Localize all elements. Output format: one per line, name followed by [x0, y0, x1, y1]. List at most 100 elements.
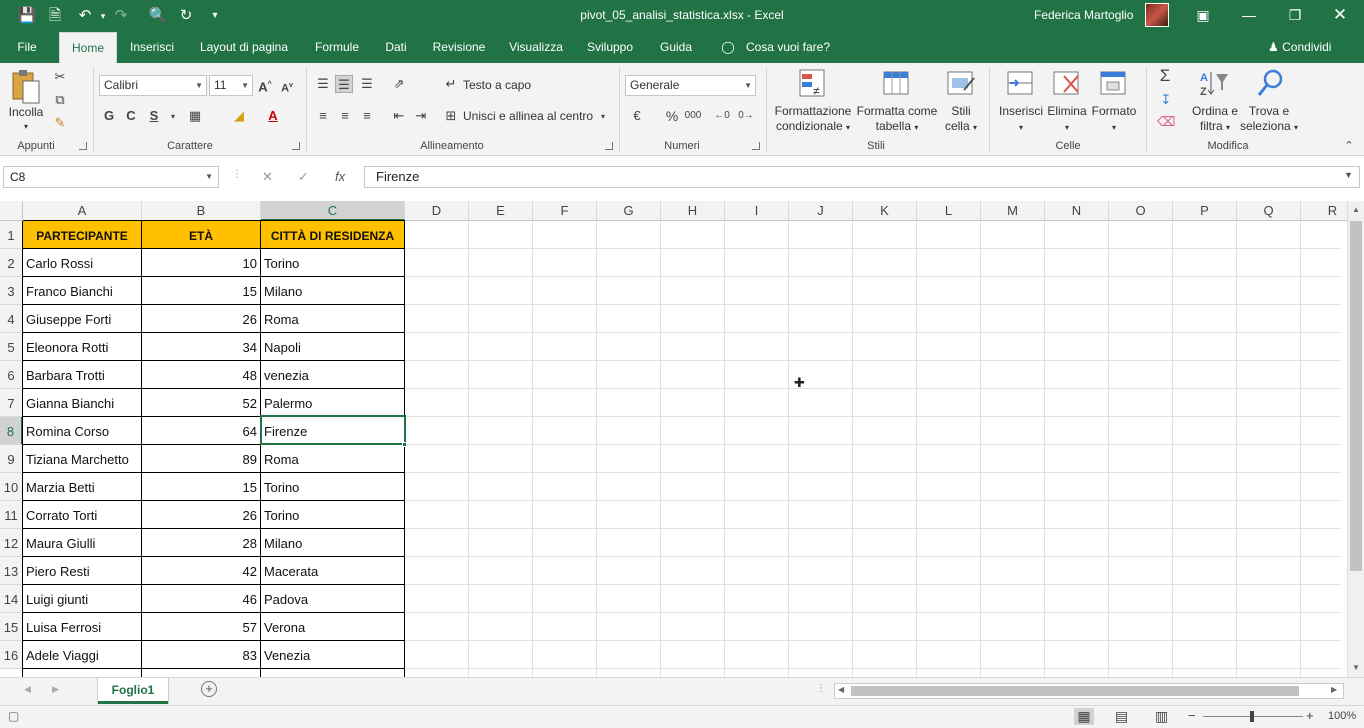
scroll-left-icon[interactable]: ◀	[838, 685, 844, 694]
table-cell[interactable]: venezia	[261, 361, 404, 389]
row-header-10[interactable]: 10	[0, 473, 23, 501]
format-as-table-button[interactable]: Formatta come tabella ▾	[855, 104, 939, 135]
column-header-l[interactable]: L	[917, 201, 981, 221]
tab-file[interactable]: File	[10, 32, 44, 63]
row-header-7[interactable]: 7	[0, 389, 23, 417]
table-cell[interactable]: Venezia	[261, 641, 404, 669]
table-cell[interactable]: Romina Corso	[23, 417, 141, 445]
insert-cells-button[interactable]: Inserisci ▾	[996, 104, 1046, 135]
horizontal-scrollbar[interactable]: ◀ ▶	[834, 683, 1344, 699]
minimize-icon[interactable]: —	[1239, 5, 1259, 25]
tab-developer[interactable]: Sviluppo	[582, 32, 638, 63]
row-header-1[interactable]: 1	[0, 221, 23, 249]
table-cell[interactable]: Marzia Betti	[23, 473, 141, 501]
restore-icon[interactable]: ❐	[1285, 5, 1305, 25]
align-top-icon[interactable]: ☰	[314, 75, 332, 93]
autosum-icon[interactable]: Σ	[1156, 67, 1174, 85]
insert-function-icon[interactable]: fx	[335, 169, 345, 184]
grow-font-icon[interactable]: A^	[256, 76, 274, 94]
table-cell[interactable]: 57	[142, 613, 260, 641]
tab-help[interactable]: Guida	[654, 32, 698, 63]
number-format-combo[interactable]: Generale ▼	[625, 75, 756, 96]
paste-icon[interactable]	[10, 69, 42, 105]
next-sheet-icon[interactable]: ▶	[52, 684, 59, 695]
select-all-corner[interactable]	[0, 201, 23, 221]
column-header-b[interactable]: B	[142, 201, 261, 221]
cancel-icon[interactable]: ✕	[262, 169, 273, 185]
scroll-up-icon[interactable]: ▲	[1350, 203, 1362, 217]
thousands-button[interactable]: 000	[684, 107, 702, 125]
scroll-down-icon[interactable]: ▼	[1350, 661, 1362, 675]
font-size-combo[interactable]: 11 ▼	[209, 75, 253, 96]
number-launcher-icon[interactable]	[752, 142, 760, 150]
page-break-view-icon[interactable]: ▥	[1155, 708, 1168, 725]
sort-filter-icon[interactable]: AZ	[1198, 68, 1230, 100]
row-header-2[interactable]: 2	[0, 249, 23, 277]
table-cell[interactable]: 64	[142, 417, 260, 445]
tab-page-layout[interactable]: Layout di pagina	[193, 32, 295, 63]
table-cell[interactable]: 26	[142, 501, 260, 529]
table-cell[interactable]: Eleonora Rotti	[23, 333, 141, 361]
table-cell[interactable]: Barbara Trotti	[23, 361, 141, 389]
table-header-cell[interactable]: ETÀ	[142, 221, 260, 249]
insert-cells-icon[interactable]	[1006, 68, 1036, 100]
format-painter-icon[interactable]: ✎	[51, 114, 69, 132]
currency-icon[interactable]: €	[628, 107, 646, 125]
conditional-format-button[interactable]: Formattazione condizionale ▾	[772, 104, 854, 135]
table-cell[interactable]: Gianna Bianchi	[23, 389, 141, 417]
decrease-indent-icon[interactable]: ⇤	[390, 107, 408, 125]
worksheet-grid[interactable]: ABCDEFGHIJKLMNOPQR 1 2 3 4 5 6 7 8 9 10 11 12 13 14 15…	[0, 201, 1364, 677]
italic-button[interactable]: C	[122, 107, 140, 125]
column-header-g[interactable]: G	[597, 201, 661, 221]
table-header-cell[interactable]: PARTECIPANTE	[23, 221, 141, 249]
table-cell[interactable]: Milano	[261, 529, 404, 557]
sheet-tab-foglio1[interactable]: Foglio1	[98, 678, 168, 704]
table-cell[interactable]: Torino	[261, 249, 404, 277]
format-cells-button[interactable]: Formato ▾	[1090, 104, 1138, 135]
column-header-c[interactable]: C	[261, 201, 405, 221]
table-cell[interactable]: 52	[142, 389, 260, 417]
close-icon[interactable]: ✕	[1330, 5, 1350, 25]
vertical-scrollbar[interactable]: ▲ ▼	[1347, 201, 1364, 677]
table-cell[interactable]: Maura Giulli	[23, 529, 141, 557]
table-cell[interactable]: Piero Resti	[23, 557, 141, 585]
zoom-out-icon[interactable]: −	[1188, 708, 1196, 723]
format-as-table-icon[interactable]	[882, 68, 912, 100]
table-cell[interactable]: Palermo	[261, 389, 404, 417]
tab-data[interactable]: Dati	[379, 32, 413, 63]
scroll-thumb[interactable]	[1350, 221, 1362, 571]
conditional-format-icon[interactable]: ≠	[798, 68, 828, 100]
user-name[interactable]: Federica Martoglio	[1034, 8, 1133, 22]
copy-icon[interactable]: ⧉	[51, 91, 69, 109]
table-cell[interactable]: Franco Bianchi	[23, 277, 141, 305]
table-cell[interactable]: 15	[142, 473, 260, 501]
tab-home[interactable]: Home	[59, 32, 117, 63]
font-name-combo[interactable]: Calibri ▼	[99, 75, 207, 96]
merge-center-icon[interactable]: ⊞	[442, 107, 460, 125]
table-cell[interactable]: 10	[142, 249, 260, 277]
ribbon-display-icon[interactable]: ▣	[1193, 5, 1213, 25]
enter-icon[interactable]: ✓	[298, 169, 309, 185]
share-button[interactable]: ♟ Condividi	[1268, 32, 1331, 63]
table-cell[interactable]: Torino	[261, 501, 404, 529]
column-header-m[interactable]: M	[981, 201, 1045, 221]
sort-filter-button[interactable]: Ordina e filtra ▾	[1188, 104, 1242, 135]
avatar[interactable]	[1145, 3, 1169, 27]
font-launcher-icon[interactable]	[292, 142, 300, 150]
table-cell[interactable]: Roma	[261, 305, 404, 333]
find-select-icon[interactable]	[1256, 68, 1286, 100]
table-cell[interactable]: Milano	[261, 277, 404, 305]
row-header-8[interactable]: 8	[0, 417, 23, 445]
decrease-decimal-icon[interactable]: 0→	[737, 107, 755, 125]
bold-button[interactable]: G	[100, 107, 118, 125]
row-header-15[interactable]: 15	[0, 613, 23, 641]
expand-formula-icon[interactable]: ▼	[1344, 170, 1353, 180]
prev-sheet-icon[interactable]: ◀	[24, 684, 31, 695]
row-header-5[interactable]: 5	[0, 333, 23, 361]
table-cell[interactable]: 46	[142, 585, 260, 613]
column-header-k[interactable]: K	[853, 201, 917, 221]
table-cell[interactable]: Roma	[261, 445, 404, 473]
table-cell[interactable]: Carlo Rossi	[23, 249, 141, 277]
add-sheet-icon[interactable]: +	[201, 681, 217, 697]
row-header-11[interactable]: 11	[0, 501, 23, 529]
